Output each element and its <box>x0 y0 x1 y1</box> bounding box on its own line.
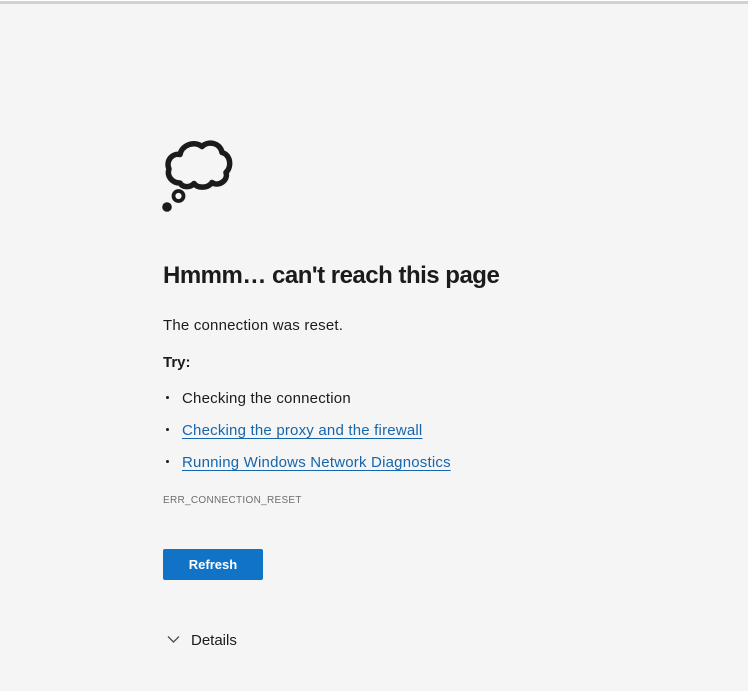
thought-bubble-icon <box>161 137 233 213</box>
details-toggle[interactable]: Details <box>163 629 237 651</box>
try-label: Try: <box>163 354 191 371</box>
bullet-dot <box>166 396 169 399</box>
error-code: ERR_CONNECTION_RESET <box>163 495 302 506</box>
link-run-network-diagnostics[interactable]: Running Windows Network Diagnostics <box>182 454 451 471</box>
error-page: Hmmm… can't reach this page The connecti… <box>0 0 748 691</box>
bullet-dot <box>166 460 169 463</box>
bullet-dot <box>166 428 169 431</box>
page-title: Hmmm… can't reach this page <box>163 262 500 289</box>
chevron-down-icon <box>167 631 180 649</box>
suggestion-check-connection: Checking the connection <box>182 390 351 407</box>
details-label: Details <box>191 631 237 649</box>
refresh-button[interactable]: Refresh <box>163 549 263 580</box>
error-message: The connection was reset. <box>163 317 344 334</box>
link-check-proxy-firewall[interactable]: Checking the proxy and the firewall <box>182 422 422 439</box>
